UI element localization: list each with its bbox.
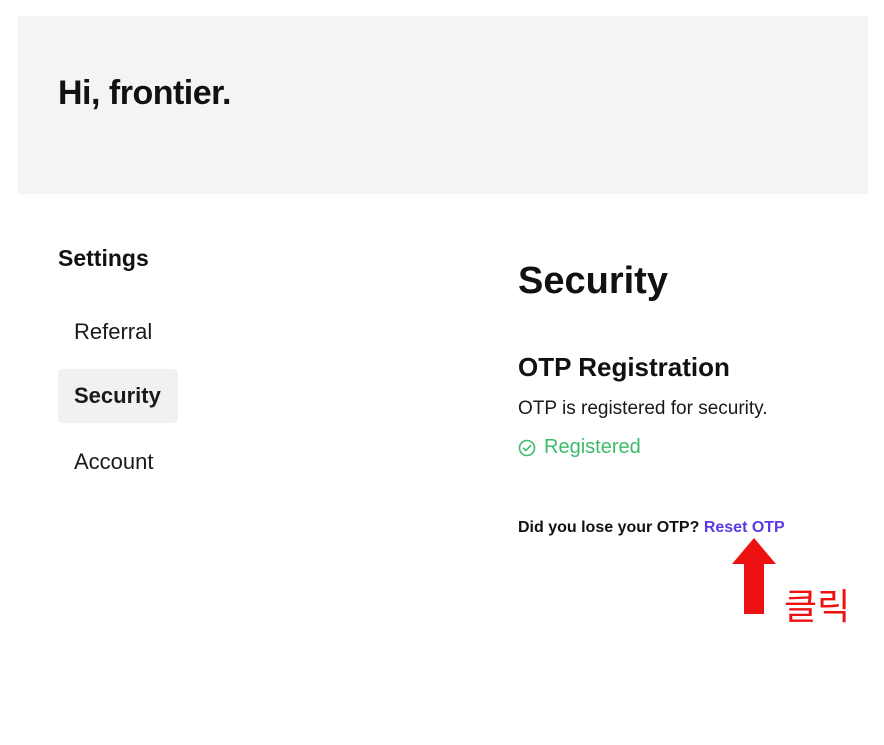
lost-otp-prompt: Did you lose your OTP? [518, 519, 700, 536]
page-header: Hi, frontier. [18, 16, 868, 194]
otp-section-title: OTP Registration [518, 352, 730, 382]
up-arrow-icon [732, 538, 776, 621]
sidebar-item-label: Account [74, 449, 154, 474]
sidebar-item-account[interactable]: Account [58, 435, 178, 489]
sidebar-title: Settings [58, 245, 149, 271]
page-title: Security [518, 260, 668, 302]
sidebar-item-security[interactable]: Security [58, 369, 178, 423]
sidebar-item-referral[interactable]: Referral [58, 305, 178, 359]
otp-status-badge: Registered [518, 436, 641, 459]
sidebar-item-label: Security [74, 383, 161, 408]
check-circle-icon [518, 439, 536, 457]
sidebar-item-label: Referral [74, 319, 153, 344]
reset-otp-row: Did you lose your OTP? Reset OTP [518, 519, 785, 537]
otp-status-label: Registered [544, 436, 641, 458]
click-annotation-label: 클릭 [784, 587, 851, 628]
reset-otp-link[interactable]: Reset OTP [704, 519, 785, 536]
otp-description: OTP is registered for security. [518, 398, 768, 419]
greeting-heading: Hi, frontier. [58, 74, 231, 112]
settings-page: Hi, frontier. Settings Referral Security… [0, 0, 884, 745]
